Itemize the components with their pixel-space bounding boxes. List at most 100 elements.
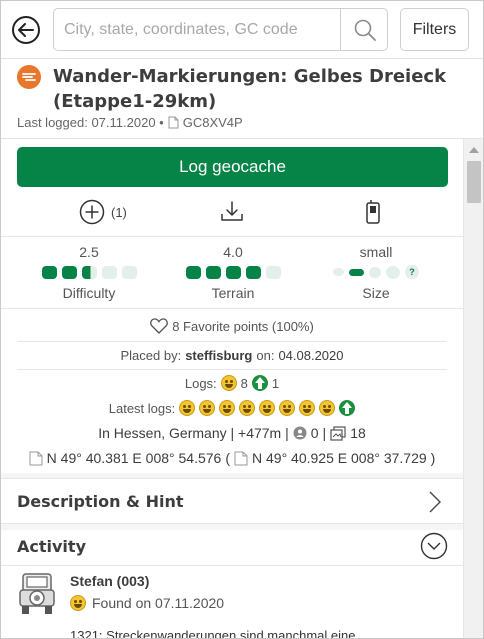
app-frame: Filters Wander-Markierungen: Gelbes Drei… (0, 0, 484, 639)
cache-meta: Last logged: 07.11.2020 • GC8XV4P (17, 115, 243, 130)
favorites-row[interactable]: 8 Favorite points (100%) (1, 316, 463, 336)
location-text: In Hessen, Germany | +477m | (98, 425, 289, 441)
size-label: Size (362, 285, 390, 301)
size-dot (386, 265, 400, 279)
latest-logs-label: Latest logs: (108, 400, 176, 416)
copy-icon[interactable] (168, 116, 179, 129)
found-smiley-icon (199, 400, 216, 416)
difficulty-label: Difficulty (62, 285, 116, 301)
arrow-left-icon (18, 23, 34, 37)
found-smiley-icon (319, 400, 336, 416)
difficulty-dot (101, 265, 117, 279)
found-smiley-icon (70, 595, 86, 611)
placed-date: 04.08.2020 (278, 347, 344, 363)
divider (17, 341, 447, 342)
heart-icon (150, 318, 169, 334)
difficulty-dot (41, 265, 57, 279)
owner-link[interactable]: steffisburg (185, 348, 252, 363)
other-log-icon (339, 400, 356, 416)
send-to-device-button[interactable] (362, 197, 384, 227)
download-button[interactable] (219, 197, 245, 227)
images-count: 18 (350, 425, 366, 441)
copy-icon[interactable] (29, 451, 43, 466)
terrain-dot (265, 265, 281, 279)
coordinates-row[interactable]: N 49° 40.381 E 008° 54.576 ( N 49° 40.92… (1, 448, 463, 468)
found-smiley-icon (219, 400, 236, 416)
size-dots: ? (301, 263, 451, 281)
placed-row: Placed by: steffisburg on: 04.08.2020 (1, 345, 463, 365)
details-scroll-area[interactable]: Log geocache (1) 2.5 Difficulty 4.0 Terr… (1, 139, 463, 639)
terrain-dots (158, 263, 308, 281)
terrain-dot (205, 265, 221, 279)
other-log-icon (251, 375, 268, 391)
list-count: (1) (111, 204, 127, 220)
chevron-down-icon (420, 532, 448, 560)
difficulty-dot (121, 265, 137, 279)
log-geocache-button[interactable]: Log geocache (17, 147, 448, 187)
latest-logs-row[interactable]: Latest logs: (1, 398, 463, 418)
terrain-rating: 4.0 Terrain (158, 243, 308, 301)
logs-summary[interactable]: Logs: 8 1 (1, 373, 463, 393)
trackable-icon (293, 426, 307, 440)
gc-code[interactable]: GC8XV4P (183, 115, 243, 130)
found-count: 8 (240, 375, 248, 391)
log-username[interactable]: Stefan (003) (70, 573, 149, 589)
terrain-dot (225, 265, 241, 279)
corrected-coordinates[interactable]: N 49° 40.925 E 008° 37.729 (252, 450, 427, 466)
size-rating: small ? Size (301, 243, 451, 301)
terrain-value: 4.0 (223, 244, 243, 260)
activity-section[interactable]: Activity (1, 524, 463, 566)
search-button[interactable] (341, 9, 388, 50)
difficulty-dot (81, 265, 97, 279)
found-smiley-icon (259, 400, 276, 416)
favorites-text: 8 Favorite points (100%) (172, 318, 314, 334)
scrollbar[interactable] (463, 139, 483, 638)
original-coordinates[interactable]: N 49° 40.381 E 008° 54.576 (47, 450, 222, 466)
other-count: 1 (271, 375, 280, 391)
log-type: Found on 07.11.2020 (70, 595, 224, 611)
log-text: 1321: Streckenwanderungen sind manchmal … (70, 628, 356, 639)
images-icon (330, 425, 346, 441)
cache-header: Wander-Markierungen: Gelbes Dreieck (Eta… (1, 59, 483, 139)
location-row: In Hessen, Germany | +477m | 0 | 18 (1, 423, 463, 443)
logs-label: Logs: (184, 375, 217, 391)
gps-device-icon (366, 200, 380, 224)
log-entry[interactable]: Stefan (003) Found on 07.11.2020 1321: S… (1, 565, 463, 639)
placed-on-label: on: (256, 347, 275, 363)
cache-type-icon (17, 65, 41, 89)
terrain-dot (245, 265, 261, 279)
size-dot (333, 268, 344, 276)
filters-button[interactable]: Filters (400, 8, 469, 51)
plus-circle-icon (79, 199, 105, 225)
search-icon (354, 19, 376, 41)
ratings-panel: 2.5 Difficulty 4.0 Terrain small ? Size (1, 237, 463, 309)
avatar (19, 573, 55, 614)
placed-prefix: Placed by: (120, 347, 182, 363)
found-smiley-icon (239, 400, 256, 416)
activity-title: Activity (17, 537, 86, 556)
copy-icon[interactable] (234, 451, 248, 466)
found-smiley-icon (179, 400, 196, 416)
log-type-text: Found on 07.11.2020 (92, 595, 225, 611)
search-box (53, 8, 388, 51)
trackables-count: 0 (310, 425, 319, 441)
size-dot (369, 266, 381, 278)
size-dot-selected (349, 268, 364, 276)
location-sep: | (322, 425, 327, 441)
scroll-up-arrow-icon[interactable] (469, 147, 479, 153)
search-input[interactable] (64, 17, 336, 43)
top-bar: Filters (1, 1, 483, 59)
terrain-label: Terrain (211, 285, 255, 301)
description-hint-section[interactable]: Description & Hint (1, 478, 463, 524)
chevron-right-icon (429, 491, 441, 513)
back-button[interactable] (12, 16, 40, 44)
found-smiley-icon (279, 400, 296, 416)
difficulty-rating: 2.5 Difficulty (14, 243, 164, 301)
difficulty-value: 2.5 (79, 244, 99, 260)
description-hint-title: Description & Hint (17, 492, 184, 511)
scrollbar-thumb[interactable] (467, 161, 481, 203)
add-to-list-button[interactable]: (1) (79, 197, 127, 227)
found-smiley-icon (299, 400, 316, 416)
cache-title: Wander-Markierungen: Gelbes Dreieck (Eta… (53, 66, 447, 112)
difficulty-dot (61, 265, 77, 279)
